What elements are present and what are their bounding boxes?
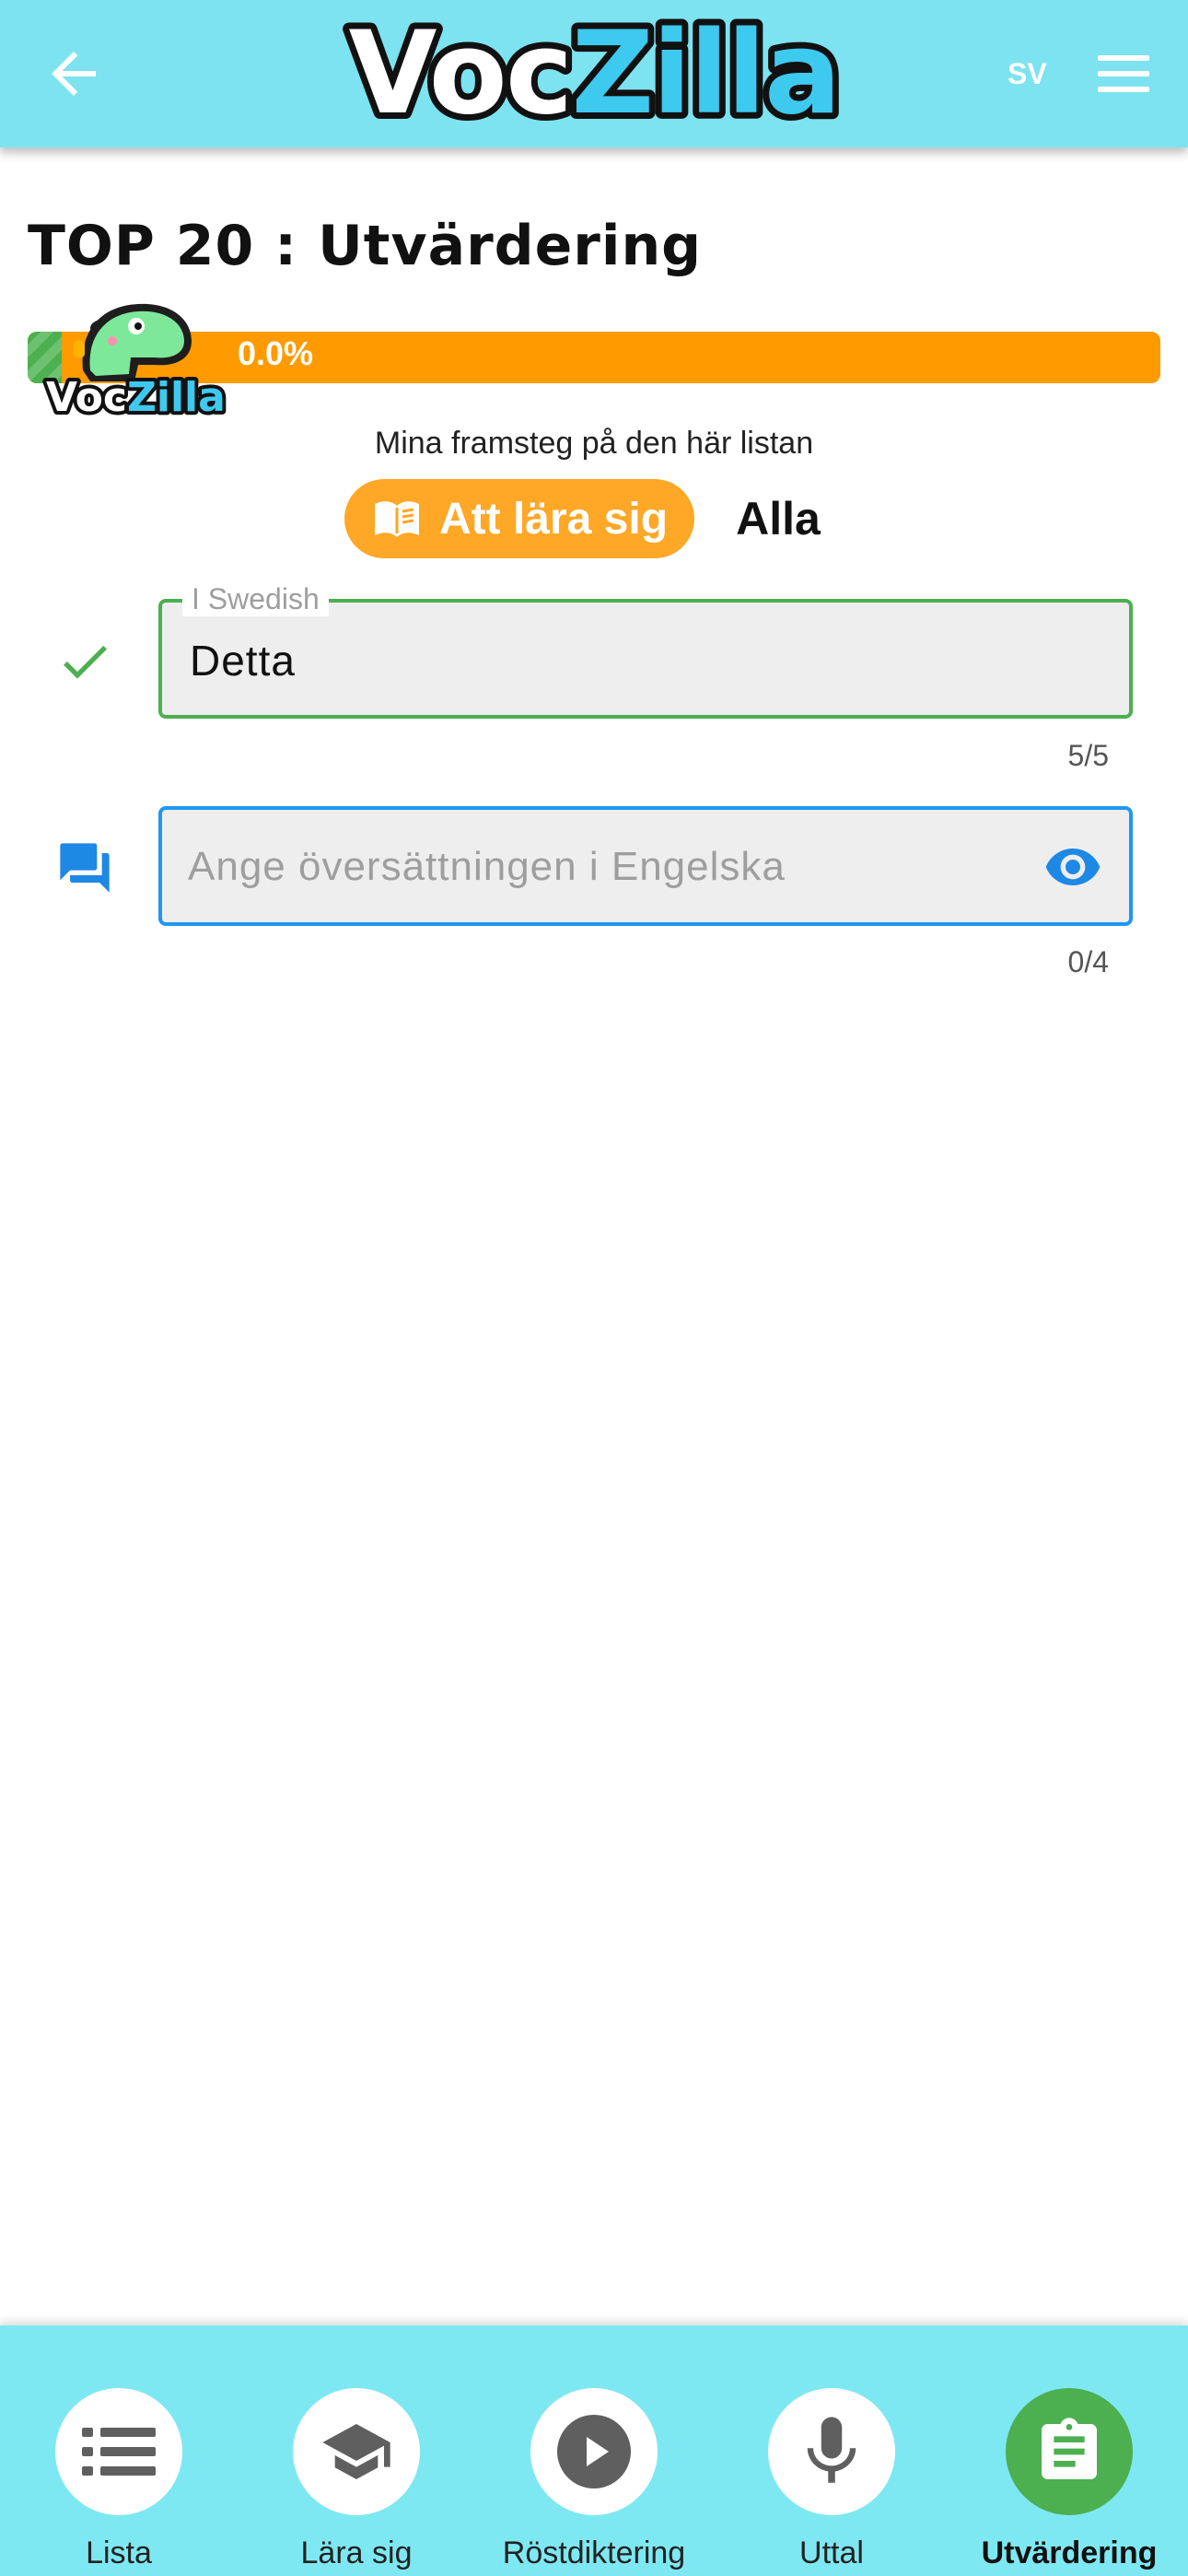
- arrow-left-icon: [52, 52, 96, 96]
- correct-status: [55, 632, 114, 691]
- clipboard-icon: [1042, 2418, 1097, 2479]
- translation-input[interactable]: [186, 832, 1000, 902]
- filter-to-learn-label: Att lära sig: [438, 494, 669, 544]
- page-title: TOP 20 : Utvärdering: [28, 214, 703, 278]
- chat-bubbles-icon: [60, 843, 110, 893]
- filter-all-button[interactable]: Alla: [718, 479, 838, 558]
- source-char-counter: 5/5: [1067, 739, 1109, 772]
- menu-button[interactable]: [1094, 48, 1153, 100]
- eye-icon: [1045, 849, 1101, 885]
- book-icon: [374, 501, 419, 537]
- back-button[interactable]: [41, 41, 107, 107]
- dino-mascot-icon: VocZilla VocZilla: [42, 303, 229, 425]
- nav-item-lista[interactable]: Lista: [0, 2325, 238, 2576]
- filter-to-learn-button[interactable]: Att lära sig: [344, 479, 694, 558]
- answer-char-counter: 0/4: [1067, 945, 1109, 978]
- logo-text: VocZilla: [349, 9, 840, 138]
- nav-item-rostdiktering[interactable]: Röstdiktering: [475, 2325, 713, 2576]
- nav-uttal-label: Uttal: [799, 2535, 864, 2570]
- nav-item-lara-sig[interactable]: Lära sig: [238, 2325, 475, 2576]
- logo-wordmark: VocZilla VocZilla: [343, 9, 848, 138]
- mascot-text: VocZilla: [46, 374, 226, 421]
- answer-row-icon: [55, 838, 114, 897]
- nav-rostdiktering-circle: [530, 2388, 658, 2515]
- bottom-navigation: Lista Lära sig Röstdiktering Uttal Utvär…: [0, 2325, 1188, 2576]
- nav-uttal-circle: [768, 2388, 895, 2515]
- list-icon: [82, 2428, 156, 2476]
- nav-lista-circle: [55, 2388, 182, 2515]
- nav-item-utvardering[interactable]: Utvärdering: [950, 2325, 1188, 2576]
- nav-utvardering-label: Utvärdering: [981, 2535, 1158, 2570]
- source-word-value: Detta: [190, 637, 296, 685]
- progress-caption: Mina framsteg på den här listan: [374, 426, 814, 461]
- nav-rostdiktering-label: Röstdiktering: [502, 2535, 686, 2570]
- voczilla-logo: VocZilla VocZilla: [327, 9, 861, 138]
- source-word-field: I Swedish Detta: [158, 582, 1133, 719]
- nav-lara-sig-circle: [293, 2388, 420, 2515]
- microphone-icon: [807, 2417, 856, 2483]
- nav-lara-sig-label: Lära sig: [300, 2535, 413, 2570]
- reveal-answer-button[interactable]: [1041, 837, 1105, 896]
- translation-field[interactable]: [158, 806, 1133, 926]
- checkmark-icon: [64, 645, 107, 679]
- mascot-logo: VocZilla VocZilla: [28, 293, 239, 425]
- app-header: VocZilla VocZilla SV: [0, 0, 1188, 147]
- language-selector[interactable]: SV: [1007, 57, 1047, 91]
- nav-item-uttal[interactable]: Uttal: [713, 2325, 950, 2576]
- play-icon: [557, 2415, 631, 2488]
- nav-utvardering-circle: [1006, 2388, 1133, 2515]
- progress-percent: 0.0%: [238, 334, 314, 372]
- nav-lista-label: Lista: [86, 2535, 152, 2570]
- hamburger-icon: [1098, 55, 1149, 92]
- graduation-cap-icon: [322, 2424, 390, 2479]
- source-language-label: I Swedish: [182, 582, 329, 616]
